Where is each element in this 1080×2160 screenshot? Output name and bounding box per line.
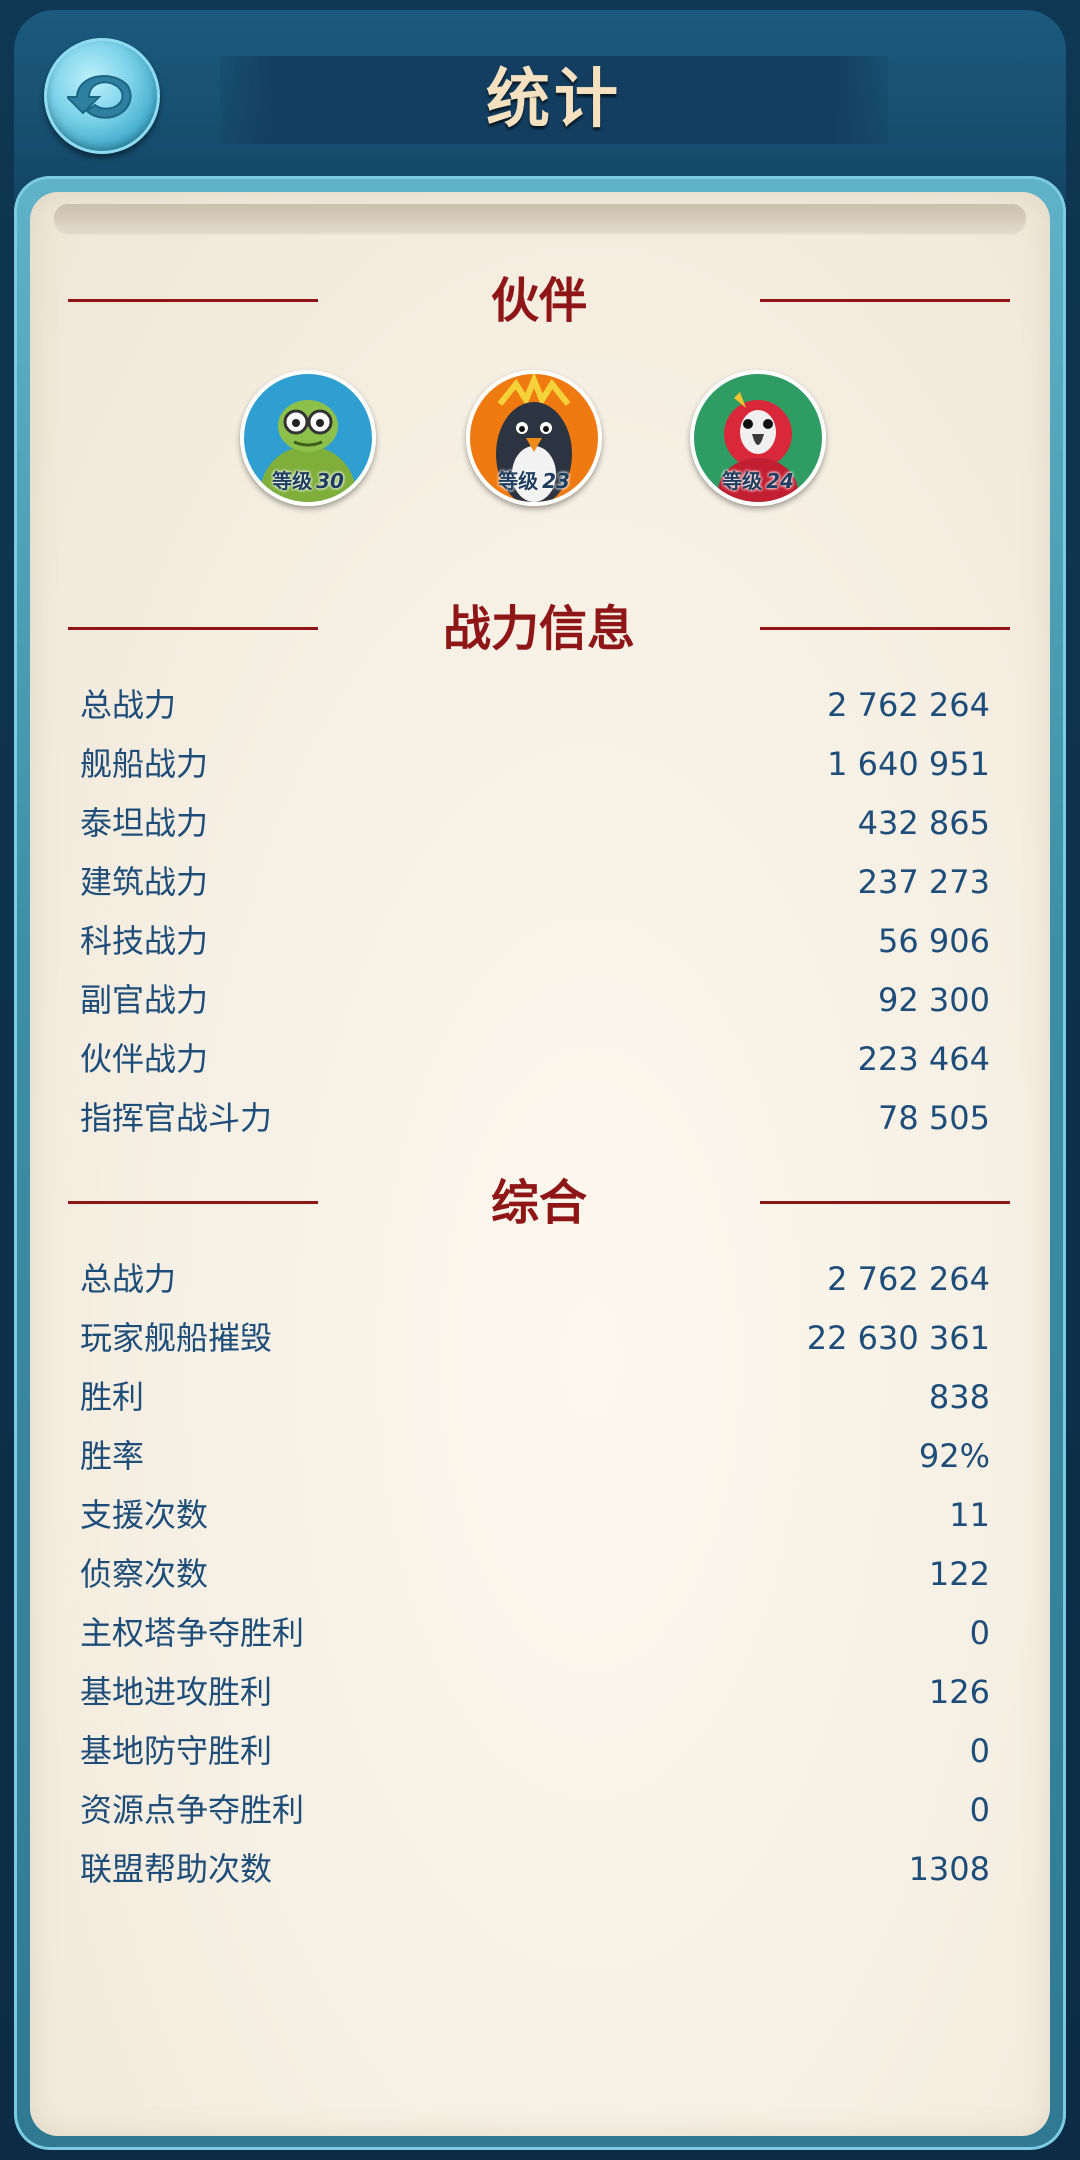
stat-value: 237 273 [857,863,990,901]
combat-stat-list: 总战力 2 762 264 舰船战力 1 640 951 泰坦战力 432 865 建… [80,676,990,1148]
stat-value: 78 505 [878,1099,990,1137]
stat-row: 胜利 838 [80,1368,990,1427]
stat-value: 92 300 [878,981,990,1019]
stat-name: 胜率 [80,1437,145,1475]
stat-value: 223 464 [857,1040,990,1078]
level-label: 等级 [498,469,539,493]
stat-row: 主权塔争夺胜利 0 [80,1604,990,1663]
stat-name: 胜利 [80,1378,145,1416]
stat-name: 副官战力 [80,981,209,1019]
stat-row: 泰坦战力 432 865 [80,794,990,853]
panel-top-edge [54,204,1026,232]
stat-value: 838 [928,1378,990,1416]
stat-row: 侦察次数 122 [80,1545,990,1604]
stat-name: 联盟帮助次数 [80,1850,273,1888]
stat-name: 资源点争夺胜利 [80,1791,305,1829]
stat-value: 0 [969,1791,990,1829]
stat-value: 1 640 951 [827,745,990,783]
stat-name: 支援次数 [80,1496,209,1534]
back-arrow-icon [67,74,132,119]
stat-name: 伙伴战力 [80,1040,209,1078]
page-title: 统计 [486,63,622,137]
stat-value: 1308 [908,1850,990,1888]
divider-line [760,1201,1010,1204]
stat-name: 建筑战力 [80,863,209,901]
level-label: 等级 [272,469,313,493]
partner-avatar-parrot[interactable]: 等级 24 [690,370,826,506]
stat-row: 伙伴战力 223 464 [80,1030,990,1089]
stat-row: 资源点争夺胜利 0 [80,1781,990,1840]
stat-name: 侦察次数 [80,1555,209,1593]
stat-value: 0 [969,1732,990,1770]
divider-line [68,627,318,630]
divider-line [760,299,1010,302]
divider-line [68,1201,318,1204]
stat-name: 主权塔争夺胜利 [80,1614,305,1652]
statistics-screen: 统计 伙伴 等级 30 等级 23 等级 24 战力信息 总战力 2 762 2… [0,0,1080,2160]
stat-row: 联盟帮助次数 1308 [80,1840,990,1899]
stat-name: 基地进攻胜利 [80,1673,273,1711]
stat-row: 建筑战力 237 273 [80,853,990,912]
level-label: 等级 [722,469,763,493]
stat-name: 玩家舰船摧毁 [80,1319,273,1357]
stat-row: 支援次数 11 [80,1486,990,1545]
stat-row: 总战力 2 762 264 [80,676,990,735]
overall-section-header: 综合 [68,1168,1010,1238]
stat-value: 122 [928,1555,990,1593]
stat-value: 11 [949,1496,990,1534]
stat-row: 副官战力 92 300 [80,971,990,1030]
stat-name: 总战力 [80,686,177,724]
stat-row: 指挥官战斗力 78 505 [80,1089,990,1148]
partner-level: 等级 24 [694,465,822,494]
divider-line [760,627,1010,630]
stat-row: 总战力 2 762 264 [80,1250,990,1309]
overall-stat-list: 总战力 2 762 264 玩家舰船摧毁 22 630 361 胜利 838 胜率 92… [80,1250,990,1899]
stat-name: 舰船战力 [80,745,209,783]
stat-name: 科技战力 [80,922,209,960]
stat-value: 2 762 264 [827,1260,990,1298]
stat-value: 126 [928,1673,990,1711]
stat-value: 0 [969,1614,990,1652]
level-value: 23 [542,469,570,493]
stat-name: 泰坦战力 [80,804,209,842]
stat-row: 舰船战力 1 640 951 [80,735,990,794]
partner-level: 等级 30 [244,465,372,494]
partner-avatar-turtle[interactable]: 等级 30 [240,370,376,506]
stat-name: 总战力 [80,1260,177,1298]
header-bar: 统计 [14,10,1066,200]
level-value: 30 [316,469,344,493]
partners-section-header: 伙伴 [68,266,1010,336]
divider-line [68,299,318,302]
partner-level: 等级 23 [470,465,598,494]
level-value: 24 [766,469,794,493]
title-bar: 统计 [220,56,888,144]
stat-row: 基地防守胜利 0 [80,1722,990,1781]
stat-row: 科技战力 56 906 [80,912,990,971]
section-title-partners: 伙伴 [490,273,587,329]
stat-value: 92% [918,1437,990,1475]
stat-value: 432 865 [857,804,990,842]
stat-row: 玩家舰船摧毁 22 630 361 [80,1309,990,1368]
section-title-combat: 战力信息 [442,601,635,657]
stat-value: 22 630 361 [806,1319,990,1357]
section-title-overall: 综合 [490,1175,587,1231]
combat-section-header: 战力信息 [68,594,1010,664]
stat-row: 胜率 92% [80,1427,990,1486]
partner-avatar-penguin[interactable]: 等级 23 [466,370,602,506]
back-button[interactable] [44,38,160,154]
stat-name: 指挥官战斗力 [80,1099,273,1137]
stat-value: 2 762 264 [827,686,990,724]
stat-value: 56 906 [878,922,990,960]
stat-name: 基地防守胜利 [80,1732,273,1770]
stat-row: 基地进攻胜利 126 [80,1663,990,1722]
